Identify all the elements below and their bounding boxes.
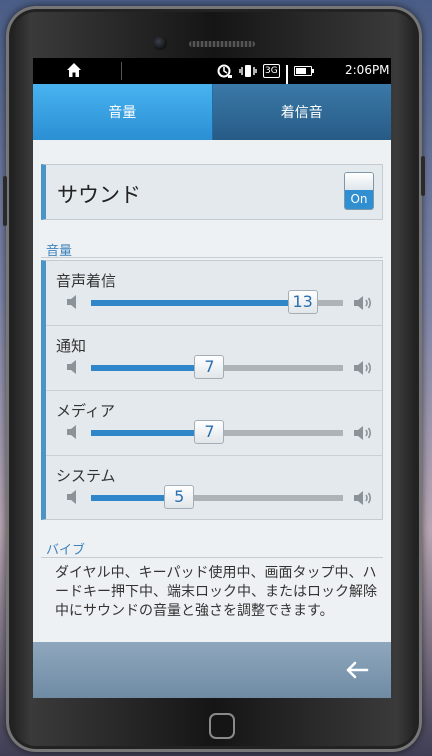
screen: 3G 2:06PM 音量 着信音 サウンド On 音量 音声着信 13 通知 7… (33, 58, 391, 698)
speaker-high-icon (354, 296, 372, 310)
sound-toggle[interactable]: On (344, 172, 374, 210)
volume-item-label: 音声着信 (56, 272, 117, 290)
status-divider (121, 62, 122, 80)
vibe-section-header: バイブ (46, 543, 86, 558)
speaker-low-icon (67, 360, 76, 374)
volume-item-label: 通知 (56, 337, 87, 355)
tab-ringtone[interactable]: 着信音 (212, 84, 391, 140)
speaker-low-icon (67, 295, 76, 309)
volume-item-voice-call: 音声着信 13 (46, 261, 383, 325)
sync-icon (217, 64, 232, 78)
toggle-on-label: On (345, 190, 373, 209)
speaker-high-icon (354, 491, 372, 505)
power-button (421, 156, 425, 196)
status-bar: 3G 2:06PM (33, 58, 391, 105)
section-divider (41, 257, 383, 258)
volume-list: 音声着信 13 通知 7 メディア 7 システム 5 (41, 260, 383, 520)
volume-item-label: メディア (56, 402, 115, 420)
slider-thumb[interactable]: 5 (164, 485, 195, 509)
slider-thumb[interactable]: 7 (194, 355, 225, 379)
speaker-high-icon (354, 361, 372, 375)
front-camera (153, 36, 167, 50)
back-arrow-icon[interactable] (345, 660, 369, 680)
vibrate-icon (239, 65, 257, 77)
volume-slider[interactable]: 13 (91, 290, 343, 314)
signal-icon (285, 65, 288, 105)
volume-item-media: メディア 7 (46, 391, 383, 455)
volume-item-system: システム 5 (46, 456, 383, 520)
volume-slider[interactable]: 7 (91, 355, 343, 379)
hardware-home-button[interactable] (209, 713, 235, 739)
volume-slider[interactable]: 5 (91, 485, 343, 509)
3g-icon: 3G (263, 64, 280, 78)
battery-icon (293, 66, 314, 76)
slider-fill (91, 300, 303, 306)
slider-thumb[interactable]: 13 (287, 290, 318, 314)
volume-slider[interactable]: 7 (91, 420, 343, 444)
volume-item-label: システム (56, 467, 116, 485)
volume-item-notification: 通知 7 (46, 326, 383, 390)
speaker-low-icon (67, 490, 76, 504)
sound-label: サウンド (57, 183, 141, 207)
volume-button (3, 176, 7, 226)
slider-fill (91, 365, 210, 371)
tab-volume[interactable]: 音量 (33, 84, 213, 140)
vibe-description: ダイヤル中、キーパッド使用中、画面タップ中、ハードキー押下中、端末ロック中、また… (55, 565, 377, 619)
home-icon[interactable] (66, 62, 82, 78)
speaker-low-icon (67, 425, 76, 439)
bottom-action-bar (33, 642, 391, 698)
earpiece-speaker (189, 41, 255, 47)
status-icons: 3G (217, 63, 314, 105)
speaker-high-icon (354, 426, 372, 440)
slider-thumb[interactable]: 7 (194, 420, 225, 444)
section-divider (41, 557, 383, 558)
sound-setting-row[interactable]: サウンド On (41, 164, 383, 220)
toggle-off-area (345, 173, 373, 190)
tab-bar: 音量 着信音 (33, 84, 391, 140)
slider-fill (91, 430, 210, 436)
status-time: 2:06PM (345, 63, 390, 77)
